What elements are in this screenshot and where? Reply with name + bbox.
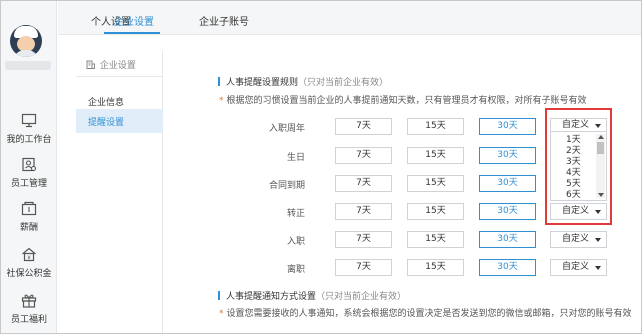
notify-section-title: 人事提醒通知方式设置（只对当前企业有效） <box>218 289 406 302</box>
days-option-button[interactable]: 30天 <box>479 175 536 192</box>
tab-enterprise-settings[interactable]: 企业设置 <box>114 13 154 28</box>
notify-note: * 设置您需要接收的人事通知，系统会根据您的设置决定是否发送到您的微信或邮箱，只对… <box>219 309 632 319</box>
caret-down-icon <box>595 266 601 270</box>
custom-select-label: 自定义 <box>562 262 590 272</box>
nav-item-employees[interactable]: 员工管理 <box>1 157 57 189</box>
reminder-row-label: 合同到期 <box>268 181 305 191</box>
settings-subnav: 企业设置 企业信息 提醒设置 <box>76 51 163 333</box>
days-option-button[interactable]: 30天 <box>479 147 536 164</box>
days-option-button[interactable]: 30天 <box>479 118 536 135</box>
house-icon: ¥ <box>21 247 37 262</box>
days-option-button[interactable]: 7天 <box>335 147 392 164</box>
nav-item-social-security[interactable]: ¥ 社保公积金 <box>1 247 57 279</box>
subnav-header-label: 企业设置 <box>99 61 136 71</box>
nav-label: 社保公积金 <box>6 269 52 279</box>
tab-enterprise-subaccounts[interactable]: 企业子账号 <box>199 13 249 28</box>
subnav-item-reminder-settings[interactable]: 提醒设置 <box>76 109 163 133</box>
caret-down-icon <box>595 238 601 242</box>
days-option-button[interactable]: 15天 <box>407 259 464 276</box>
reminder-row-label: 转正 <box>286 209 305 219</box>
left-nav: 我的工作台 员工管理 薪酬 ¥ 社保公积金 员工福利 <box>1 1 57 333</box>
asterisk: * <box>219 96 224 106</box>
nav-label: 员工管理 <box>10 179 47 189</box>
gift-icon <box>21 293 37 308</box>
custom-days-select[interactable]: 自定义 <box>550 259 607 276</box>
custom-select-label: 自定义 <box>562 234 590 244</box>
reminder-row-label: 入职 <box>286 237 305 247</box>
nav-label: 我的工作台 <box>6 135 52 145</box>
days-option-button[interactable]: 15天 <box>407 147 464 164</box>
days-option-button[interactable]: 15天 <box>407 118 464 135</box>
days-option-button[interactable]: 30天 <box>479 203 536 220</box>
reminder-note: * 根据您的习惯设置当前企业的人事提前通知天数，只有管理员才有权限，对所有子账号有… <box>219 96 587 106</box>
reminder-row-label: 入职周年 <box>268 124 305 134</box>
employee-icon <box>21 157 37 172</box>
days-option-button[interactable]: 7天 <box>335 259 392 276</box>
nav-item-salary[interactable]: 薪酬 <box>1 201 57 233</box>
reminder-row-label: 离职 <box>286 265 305 275</box>
avatar[interactable] <box>10 25 42 57</box>
monitor-icon <box>21 113 37 128</box>
nav-label: 薪酬 <box>19 223 38 233</box>
asterisk: * <box>219 309 224 319</box>
days-option-button[interactable]: 15天 <box>407 231 464 248</box>
days-option-button[interactable]: 30天 <box>479 259 536 276</box>
annotation-highlight-box <box>545 108 612 225</box>
user-name-placeholder <box>5 61 51 70</box>
active-tab-indicator <box>104 32 160 34</box>
days-option-button[interactable]: 15天 <box>407 175 464 192</box>
nav-item-benefits[interactable]: 员工福利 <box>1 293 57 325</box>
days-option-button[interactable]: 7天 <box>335 118 392 135</box>
wallet-icon <box>21 201 37 216</box>
days-option-button[interactable]: 15天 <box>407 203 464 220</box>
section-marker <box>218 291 220 300</box>
days-option-button[interactable]: 7天 <box>335 231 392 248</box>
reminder-section-title: 人事提醒设置规则（只对当前企业有效） <box>218 75 388 88</box>
days-option-button[interactable]: 30天 <box>479 231 536 248</box>
building-icon <box>86 60 95 69</box>
subnav-header: 企业设置 <box>76 51 163 77</box>
reminder-row-label: 生日 <box>286 153 305 163</box>
app-window: 我的工作台 员工管理 薪酬 ¥ 社保公积金 员工福利 个人设置 企业设置 企业子… <box>0 0 642 334</box>
days-option-button[interactable]: 7天 <box>335 203 392 220</box>
section-marker <box>218 77 220 86</box>
days-option-button[interactable]: 7天 <box>335 175 392 192</box>
nav-item-workbench[interactable]: 我的工作台 <box>1 113 57 145</box>
custom-days-select[interactable]: 自定义 <box>550 231 607 248</box>
nav-label: 员工福利 <box>10 315 47 325</box>
svg-text:¥: ¥ <box>27 255 31 261</box>
